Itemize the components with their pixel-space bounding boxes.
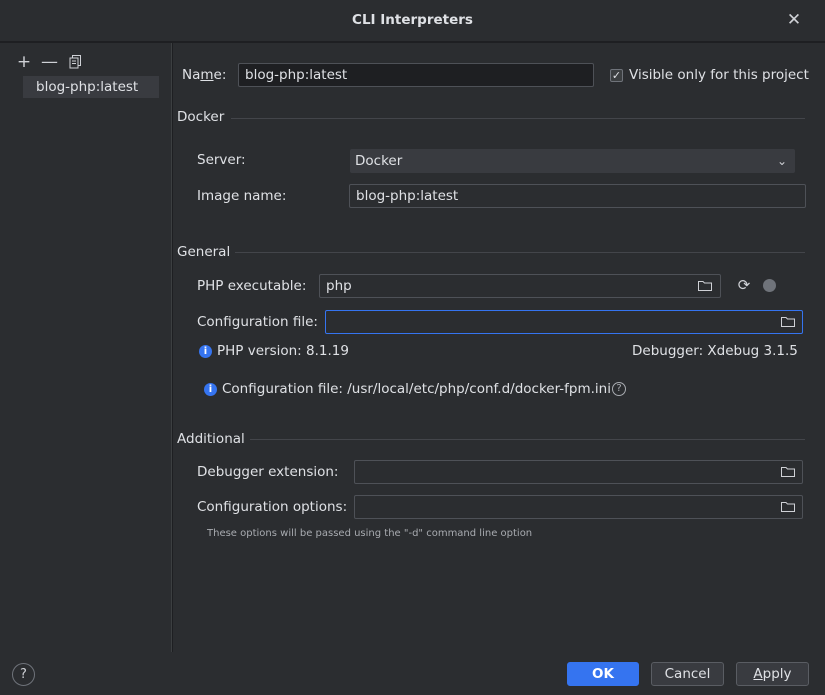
- dialog-footer: ? OK Cancel Apply: [0, 652, 825, 695]
- config-file-info-text: Configuration file: /usr/local/etc/php/c…: [222, 381, 611, 397]
- general-section-title: General: [177, 244, 231, 260]
- dialog-title: CLI Interpreters: [352, 12, 473, 28]
- php-version-info-icon: i: [199, 345, 212, 358]
- name-label: Name:: [182, 67, 227, 83]
- copy-icon[interactable]: [67, 54, 83, 70]
- php-executable-label: PHP executable:: [197, 278, 307, 294]
- debugger-extension-folder-icon[interactable]: [781, 466, 795, 477]
- visible-only-label: Visible only for this project: [629, 67, 809, 83]
- apply-button[interactable]: Apply: [736, 662, 809, 686]
- server-select-value: Docker: [355, 153, 403, 169]
- image-name-input[interactable]: blog-php:latest: [349, 184, 806, 208]
- status-dot: [763, 279, 776, 292]
- additional-separator: [250, 439, 805, 440]
- interpreter-settings-panel: Name: blog-php:latest ✓ Visible only for…: [173, 43, 825, 652]
- debugger-text: Debugger: Xdebug 3.1.5: [632, 343, 798, 359]
- remove-icon[interactable]: —: [41, 54, 58, 71]
- visible-only-checkbox[interactable]: ✓: [610, 69, 623, 82]
- docker-section-title: Docker: [177, 109, 225, 125]
- interpreter-list-panel: + — blog-php:latest: [0, 43, 172, 652]
- title-bar: CLI Interpreters ✕: [0, 0, 825, 42]
- php-version-text: PHP version: 8.1.19: [217, 343, 349, 359]
- configuration-options-label: Configuration options:: [197, 499, 348, 515]
- php-executable-input[interactable]: php: [319, 274, 721, 298]
- close-icon[interactable]: ✕: [786, 10, 802, 32]
- configuration-file-label: Configuration file:: [197, 314, 318, 330]
- name-input[interactable]: blog-php:latest: [238, 63, 594, 87]
- docker-separator: [231, 118, 805, 119]
- configuration-options-hint: These options will be passed using the "…: [207, 528, 533, 539]
- refresh-icon[interactable]: ⟳: [736, 277, 752, 293]
- sidebar-item-blog-php[interactable]: blog-php:latest: [23, 76, 159, 98]
- config-file-info-icon: i: [204, 383, 217, 396]
- general-separator: [235, 252, 805, 253]
- configuration-file-folder-icon[interactable]: [781, 316, 795, 327]
- cancel-button[interactable]: Cancel: [651, 662, 724, 686]
- chevron-down-icon: ⌄: [776, 154, 787, 168]
- additional-section-title: Additional: [177, 431, 245, 447]
- server-select[interactable]: Docker ⌄: [350, 149, 795, 173]
- configuration-file-input[interactable]: [325, 310, 803, 334]
- image-name-label: Image name:: [197, 188, 287, 204]
- help-button[interactable]: ?: [12, 663, 35, 686]
- server-label: Server:: [197, 152, 246, 168]
- configuration-options-folder-icon[interactable]: [781, 501, 795, 512]
- add-icon[interactable]: +: [16, 54, 32, 71]
- configuration-options-input[interactable]: [354, 495, 803, 519]
- debugger-extension-label: Debugger extension:: [197, 464, 339, 480]
- debugger-extension-input[interactable]: [354, 460, 803, 484]
- config-file-help-icon[interactable]: ?: [612, 382, 626, 396]
- ok-button[interactable]: OK: [567, 662, 639, 686]
- php-executable-folder-icon[interactable]: [698, 280, 712, 291]
